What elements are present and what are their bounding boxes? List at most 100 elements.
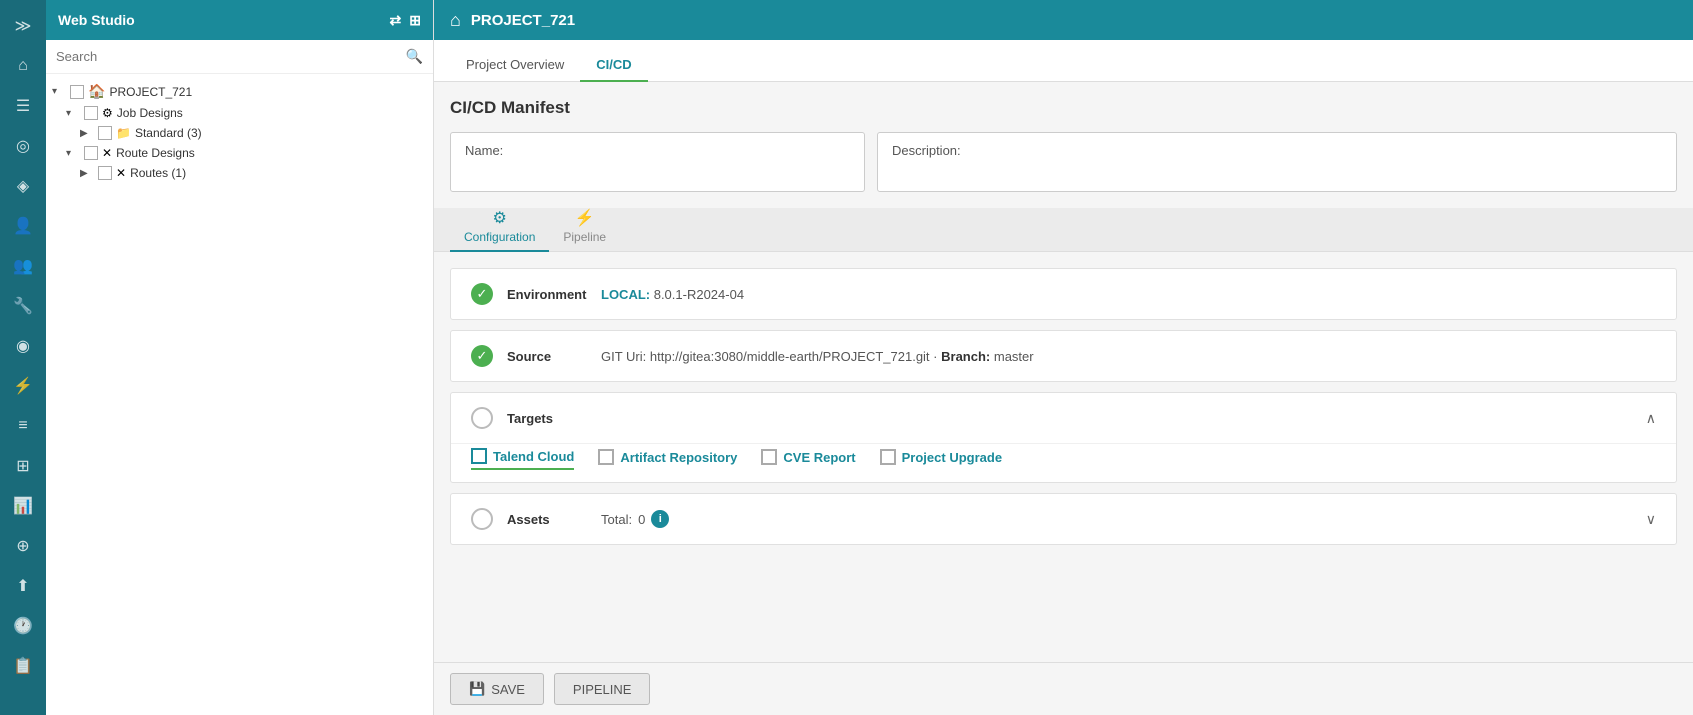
tree-item-job-designs[interactable]: ▾ ⚙ Job Designs — [46, 103, 433, 123]
tree-checkbox-job-designs[interactable] — [84, 106, 98, 120]
tree-checkbox-root[interactable] — [70, 85, 84, 99]
main-header: ⌂ PROJECT_721 — [434, 0, 1693, 40]
assets-chevron-icon[interactable]: ∨ — [1646, 511, 1656, 528]
target-talend-cloud[interactable]: Talend Cloud — [471, 448, 574, 470]
save-button[interactable]: 💾 SAVE — [450, 673, 544, 705]
lightning-nav-icon[interactable]: ⚡ — [5, 368, 41, 404]
desc-label: Description: — [892, 143, 961, 158]
clock-nav-icon[interactable]: 🕐 — [5, 608, 41, 644]
tree-icon-standard: 📁 — [116, 126, 131, 140]
tab-cicd[interactable]: CI/CD — [580, 47, 647, 82]
tree-arrow-route-designs[interactable]: ▾ — [66, 148, 80, 159]
tree-checkbox-standard[interactable] — [98, 126, 112, 140]
sidebar-title: Web Studio — [58, 12, 135, 28]
name-field[interactable]: Name: — [450, 132, 865, 192]
main-area: ⌂ PROJECT_721 Project Overview CI/CD CI/… — [434, 0, 1693, 715]
source-separator: · — [933, 349, 941, 364]
save-label: SAVE — [491, 682, 525, 697]
assets-total-label: Total: — [601, 512, 632, 527]
sidebar-expand-icon[interactable]: ⇄ — [390, 12, 402, 29]
clipboard-nav-icon[interactable]: 📋 — [5, 648, 41, 684]
assets-total-value: 0 — [638, 512, 645, 527]
targets-label: Targets — [507, 411, 587, 426]
grid-nav-icon[interactable]: ⊞ — [5, 448, 41, 484]
home-nav-icon[interactable]: ⌂ — [5, 48, 41, 84]
target-checkbox-cve-report[interactable] — [761, 449, 777, 465]
desc-field[interactable]: Description: — [877, 132, 1677, 192]
tree-icon-routes: ✕ — [116, 166, 126, 180]
target-checkbox-artifact-repo[interactable] — [598, 449, 614, 465]
environment-highlight: LOCAL: — [601, 287, 654, 302]
main-project-title: PROJECT_721 — [471, 12, 575, 29]
tree-checkbox-route-designs[interactable] — [84, 146, 98, 160]
sub-tab-config-label: Configuration — [464, 230, 535, 244]
assets-row: Assets Total: 0 i ∨ — [451, 494, 1676, 544]
target-checkbox-talend-cloud[interactable] — [471, 448, 487, 464]
source-git-uri: http://gitea:3080/middle-earth/PROJECT_7… — [650, 349, 930, 364]
tree-item-standard[interactable]: ▶ 📁 Standard (3) — [46, 123, 433, 143]
target-checkbox-project-upgrade[interactable] — [880, 449, 896, 465]
sub-tab-pipeline-label: Pipeline — [563, 230, 606, 244]
tree-arrow-routes[interactable]: ▶ — [80, 168, 94, 179]
source-branch-value: master — [994, 349, 1034, 364]
manifest-title: CI/CD Manifest — [450, 98, 1677, 118]
source-row: ✓ Source GIT Uri: http://gitea:3080/midd… — [451, 331, 1676, 381]
globe-nav-icon[interactable]: ◎ — [5, 128, 41, 164]
tag-nav-icon[interactable]: ◈ — [5, 168, 41, 204]
targets-status-icon — [471, 407, 493, 429]
tree-arrow-job-designs[interactable]: ▾ — [66, 108, 80, 119]
bar-chart-nav-icon[interactable]: 📊 — [5, 488, 41, 524]
source-section: ✓ Source GIT Uri: http://gitea:3080/midd… — [450, 330, 1677, 382]
badge-nav-icon[interactable]: ◉ — [5, 328, 41, 364]
tools-nav-icon[interactable]: 🔧 — [5, 288, 41, 324]
target-project-upgrade[interactable]: Project Upgrade — [880, 449, 1002, 469]
name-desc-row: Name: Description: — [450, 132, 1677, 192]
collapse-sidebar-icon[interactable]: ≫ — [5, 8, 41, 44]
tree-checkbox-routes[interactable] — [98, 166, 112, 180]
globe2-nav-icon[interactable]: ⊕ — [5, 528, 41, 564]
tree-item-root[interactable]: ▾ 🏠 PROJECT_721 — [46, 80, 433, 103]
source-git-label: GIT Uri: — [601, 349, 646, 364]
targets-chevron-icon[interactable]: ∧ — [1646, 410, 1656, 427]
environment-section: ✓ Environment LOCAL: 8.0.1-R2024-04 — [450, 268, 1677, 320]
person-nav-icon[interactable]: 👤 — [5, 208, 41, 244]
main-home-icon: ⌂ — [450, 10, 461, 31]
tree-label-route-designs: Route Designs — [116, 146, 195, 160]
targets-header-left: Targets — [471, 407, 587, 429]
tree-icon-root: 🏠 — [88, 83, 105, 100]
environment-row: ✓ Environment LOCAL: 8.0.1-R2024-04 — [451, 269, 1676, 319]
sidebar-pin-icon[interactable]: ⊞ — [409, 12, 421, 29]
tab-project-overview[interactable]: Project Overview — [450, 47, 580, 82]
assets-left: Assets Total: 0 i — [471, 508, 669, 530]
source-status-icon: ✓ — [471, 345, 493, 367]
search-input[interactable] — [56, 49, 400, 64]
target-cve-report[interactable]: CVE Report — [761, 449, 855, 469]
upload-nav-icon[interactable]: ⬆ — [5, 568, 41, 604]
target-artifact-repository[interactable]: Artifact Repository — [598, 449, 737, 469]
targets-tabs-row: Talend Cloud Artifact Repository CVE Rep… — [451, 443, 1676, 482]
sub-tab-configuration[interactable]: ⚙ Configuration — [450, 202, 549, 252]
source-value: GIT Uri: http://gitea:3080/middle-earth/… — [601, 349, 1034, 364]
environment-label: Environment — [507, 287, 587, 302]
group-nav-icon[interactable]: 👥 — [5, 248, 41, 284]
tree-label-standard: Standard (3) — [135, 126, 202, 140]
tree-item-route-designs[interactable]: ▾ ✕ Route Designs — [46, 143, 433, 163]
search-bar: 🔍 — [46, 40, 433, 74]
chart-nav-icon[interactable]: ≡ — [5, 408, 41, 444]
main-tabs-row: Project Overview CI/CD — [434, 40, 1693, 82]
source-branch-label: Branch: — [941, 349, 990, 364]
tree-arrow-standard[interactable]: ▶ — [80, 128, 94, 139]
assets-label: Assets — [507, 512, 587, 527]
environment-status-icon: ✓ — [471, 283, 493, 305]
target-label-talend-cloud: Talend Cloud — [493, 449, 574, 464]
pipeline-button[interactable]: PIPELINE — [554, 673, 651, 705]
assets-section: Assets Total: 0 i ∨ — [450, 493, 1677, 545]
config-icon: ⚙ — [493, 208, 507, 228]
file-nav-icon[interactable]: ☰ — [5, 88, 41, 124]
assets-info-badge[interactable]: i — [651, 510, 669, 528]
sub-tab-pipeline[interactable]: ⚡ Pipeline — [549, 202, 620, 252]
search-icon: 🔍 — [406, 48, 423, 65]
tree-item-routes[interactable]: ▶ ✕ Routes (1) — [46, 163, 433, 183]
tree-arrow-root[interactable]: ▾ — [52, 86, 66, 97]
tree-icon-job-designs: ⚙ — [102, 106, 113, 120]
